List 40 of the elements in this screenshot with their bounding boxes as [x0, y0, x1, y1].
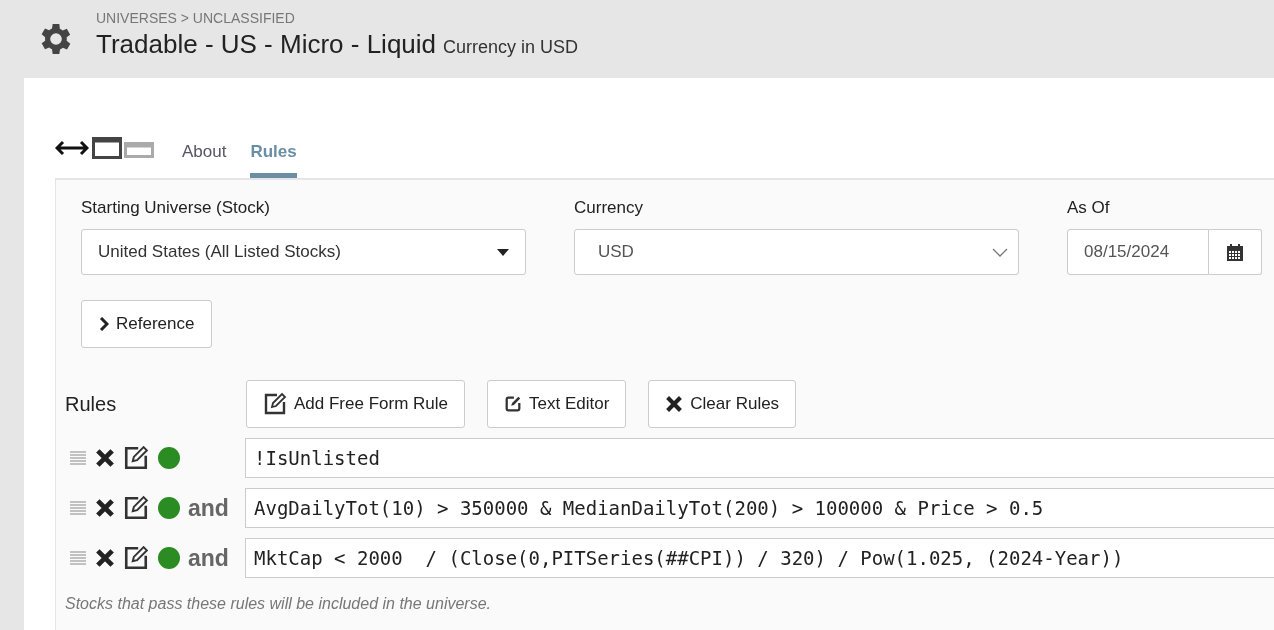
reference-button[interactable]: Reference — [81, 300, 213, 348]
rule-input[interactable]: AvgDailyTot(10) > 350000 & MedianDailyTot(200) > 100000 & Price > 0.5 — [245, 488, 1274, 528]
select-field[interactable]: USD — [574, 229, 1019, 275]
caret-down-icon — [497, 248, 509, 256]
add-rule-button[interactable]: Add Free Form Rule — [246, 380, 465, 428]
close-icon — [665, 395, 684, 413]
rule-input[interactable]: !IsUnlisted — [245, 438, 1274, 478]
page-title: Tradable - US - Micro - Liquid — [96, 29, 437, 59]
dropdown[interactable]: United States (All Listed Stocks) — [81, 229, 526, 275]
drag-handle-icon[interactable] — [70, 551, 86, 565]
clear-rules-button[interactable]: Clear Rules — [648, 380, 797, 428]
calendar-button[interactable] — [1209, 229, 1262, 275]
delete-icon[interactable] — [95, 548, 115, 568]
connector-label: and — [188, 544, 229, 572]
date-field[interactable]: 08/15/2024 — [1067, 229, 1209, 275]
calendar-icon — [1227, 243, 1243, 261]
field-label: As Of — [1067, 198, 1111, 218]
double-arrow-icon[interactable] — [55, 140, 89, 156]
edit-icon — [504, 395, 522, 413]
chevron-down-icon — [992, 247, 1008, 257]
chevron-right-icon — [99, 317, 109, 331]
connector-label: and — [188, 494, 229, 522]
rules-label: Rules — [65, 392, 118, 416]
field-label: Currency — [574, 198, 644, 218]
edit-icon[interactable] — [123, 495, 149, 521]
rule-input[interactable]: MktCap < 2000 / (Close(0,PITSeries(##CPI)) / 320) / Pow(1.025, (2024-Year)) — [245, 538, 1274, 578]
text-editor-button[interactable]: Text Editor — [487, 380, 627, 428]
delete-icon[interactable] — [95, 448, 115, 468]
tab[interactable]: About — [182, 130, 227, 178]
edit-icon[interactable] — [123, 545, 149, 571]
drag-handle-icon[interactable] — [70, 451, 86, 465]
delete-icon[interactable] — [95, 498, 115, 518]
edit-icon[interactable] — [123, 445, 149, 471]
edit-icon — [263, 392, 287, 416]
drag-handle-icon[interactable] — [70, 501, 86, 515]
field-label: Starting Universe (Stock) — [81, 198, 271, 218]
window-icon[interactable] — [92, 137, 122, 159]
footnote: Stocks that pass these rules will be included in the universe. — [65, 595, 492, 613]
breadcrumb: UNIVERSES > UNCLASSIFIED — [96, 10, 296, 26]
page-subtitle: Currency in USD — [443, 37, 579, 57]
